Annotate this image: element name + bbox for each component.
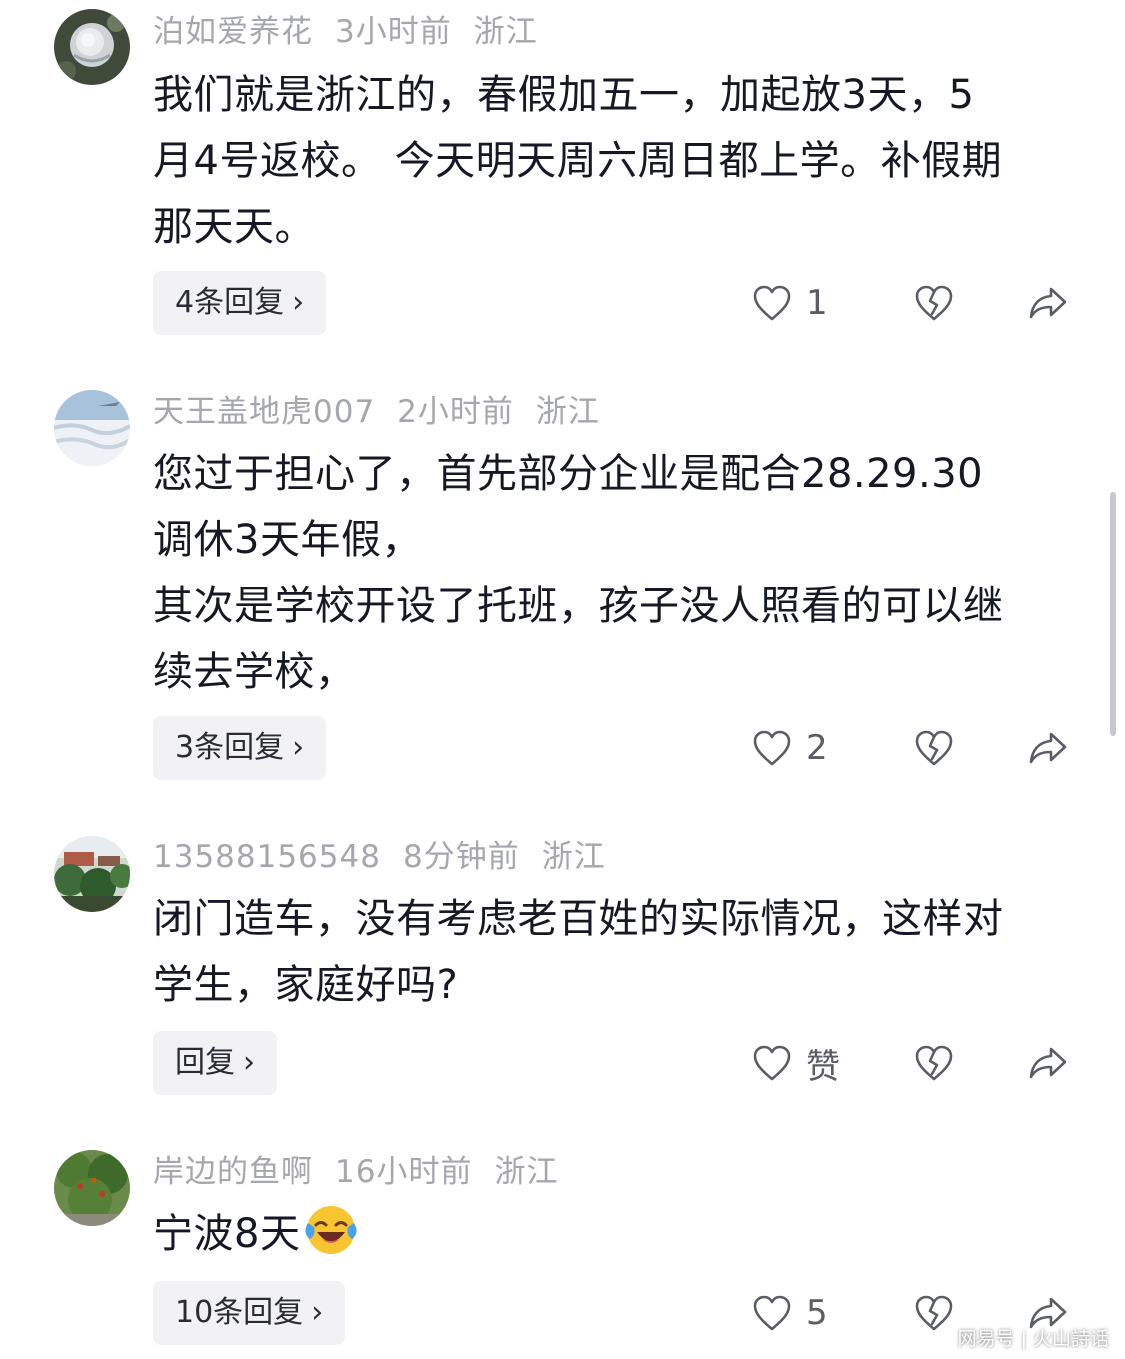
watermark: 网易号 | 火山詩话: [958, 1324, 1109, 1351]
location: 浙江: [473, 14, 538, 50]
chevron-right-icon: ›: [311, 1295, 324, 1330]
heart-outline-icon: [753, 730, 791, 766]
like-button[interactable]: 2: [752, 716, 828, 780]
like-count: 5: [806, 1293, 828, 1333]
reply-label: 3条回复: [175, 730, 285, 765]
heart-outline-icon: [753, 1045, 791, 1081]
like-button[interactable]: 1: [752, 271, 828, 335]
reply-button[interactable]: 回复 ›: [153, 1031, 277, 1095]
username[interactable]: 岸边的鱼啊: [153, 1154, 313, 1190]
dislike-button[interactable]: [914, 271, 954, 335]
location: 浙江: [541, 839, 606, 875]
view-replies-button[interactable]: 3条回复 ›: [153, 716, 327, 780]
share-arrow-icon: [1029, 1047, 1067, 1079]
like-count: 赞: [806, 1046, 840, 1087]
chevron-right-icon: ›: [243, 1045, 255, 1080]
location: 浙江: [494, 1154, 559, 1190]
avatar[interactable]: [54, 9, 130, 85]
broken-heart-icon: [915, 285, 953, 321]
broken-heart-icon: [915, 730, 953, 766]
reply-label: 10条回复: [175, 1295, 304, 1330]
comment-line: 续去学校，: [153, 649, 356, 695]
scrollbar[interactable]: [1110, 492, 1116, 736]
comment-line: 学生，家庭好吗?: [153, 962, 459, 1008]
dislike-button[interactable]: [914, 1281, 954, 1345]
watermark-author: 火山詩话: [1032, 1328, 1109, 1350]
like-button[interactable]: 赞: [752, 1031, 840, 1095]
comment-line: 月4号返校。 今天明天周六周日都上学。补假期: [153, 138, 1003, 184]
comment-text: 宁波8天: [153, 1201, 1073, 1267]
chevron-right-icon: ›: [292, 730, 305, 765]
heart-outline-icon: [753, 285, 791, 321]
avatar[interactable]: [54, 390, 130, 466]
username[interactable]: 13588156548: [153, 839, 381, 875]
comment-line: 调休3天年假，: [153, 517, 422, 563]
comment-meta: 泊如爱养花 3小时前 浙江: [153, 10, 560, 54]
location: 浙江: [535, 394, 600, 430]
dislike-button[interactable]: [914, 716, 954, 780]
timestamp: 16小时前: [335, 1154, 473, 1190]
share-button[interactable]: [1028, 716, 1068, 780]
broken-heart-icon: [915, 1045, 953, 1081]
timestamp: 3小时前: [335, 14, 452, 50]
comment-meta: 天王盖地虎007 2小时前 浙江: [153, 390, 622, 434]
username[interactable]: 天王盖地虎007: [153, 394, 375, 430]
view-replies-button[interactable]: 10条回复 ›: [153, 1281, 346, 1345]
laughing-crying-emoji: [305, 1206, 358, 1254]
like-count: 1: [806, 283, 828, 323]
view-replies-button[interactable]: 4条回复 ›: [153, 271, 327, 335]
reply-label: 回复: [175, 1045, 235, 1080]
broken-heart-icon: [915, 1295, 953, 1331]
comment-line: 宁波8天: [153, 1201, 1073, 1267]
comment-line: 其次是学校开设了托班，孩子没人照看的可以继: [153, 583, 1004, 629]
avatar[interactable]: [54, 836, 130, 912]
heart-outline-icon: [753, 1295, 791, 1331]
like-button[interactable]: 5: [752, 1281, 828, 1345]
avatar[interactable]: [54, 1150, 130, 1226]
share-button[interactable]: [1028, 1031, 1068, 1095]
comment-meta: 13588156548 8分钟前 浙江: [153, 835, 628, 879]
comment-line: 您过于担心了，首先部分企业是配合28.29.30: [153, 451, 984, 497]
comment-text: 您过于担心了，首先部分企业是配合28.29.30 调休3天年假， 其次是学校开设…: [153, 441, 1073, 705]
comment-line-text: 宁波8天: [153, 1211, 301, 1257]
comment-text: 我们就是浙江的，春假加五一，加起放3天，5 月4号返校。 今天明天周六周日都上学…: [153, 62, 1073, 260]
share-button[interactable]: [1028, 271, 1068, 335]
comment-line: 我们就是浙江的，春假加五一，加起放3天，5: [153, 72, 975, 118]
reply-label: 4条回复: [175, 285, 285, 320]
watermark-source: 网易号: [957, 1328, 1015, 1350]
like-count: 2: [806, 728, 828, 768]
watermark-separator: |: [1020, 1328, 1027, 1350]
comment-line: 那天天。: [153, 204, 315, 250]
share-arrow-icon: [1029, 732, 1067, 764]
username[interactable]: 泊如爱养花: [153, 14, 313, 50]
comment-line: 闭门造车，没有考虑老百姓的实际情况，这样对: [153, 896, 1004, 942]
comment-meta: 岸边的鱼啊 16小时前 浙江: [153, 1150, 580, 1194]
dislike-button[interactable]: [914, 1031, 954, 1095]
comment-text: 闭门造车，没有考虑老百姓的实际情况，这样对 学生，家庭好吗?: [153, 886, 1073, 1018]
chevron-right-icon: ›: [292, 285, 305, 320]
timestamp: 2小时前: [397, 394, 514, 430]
timestamp: 8分钟前: [402, 839, 520, 875]
share-arrow-icon: [1029, 287, 1067, 319]
